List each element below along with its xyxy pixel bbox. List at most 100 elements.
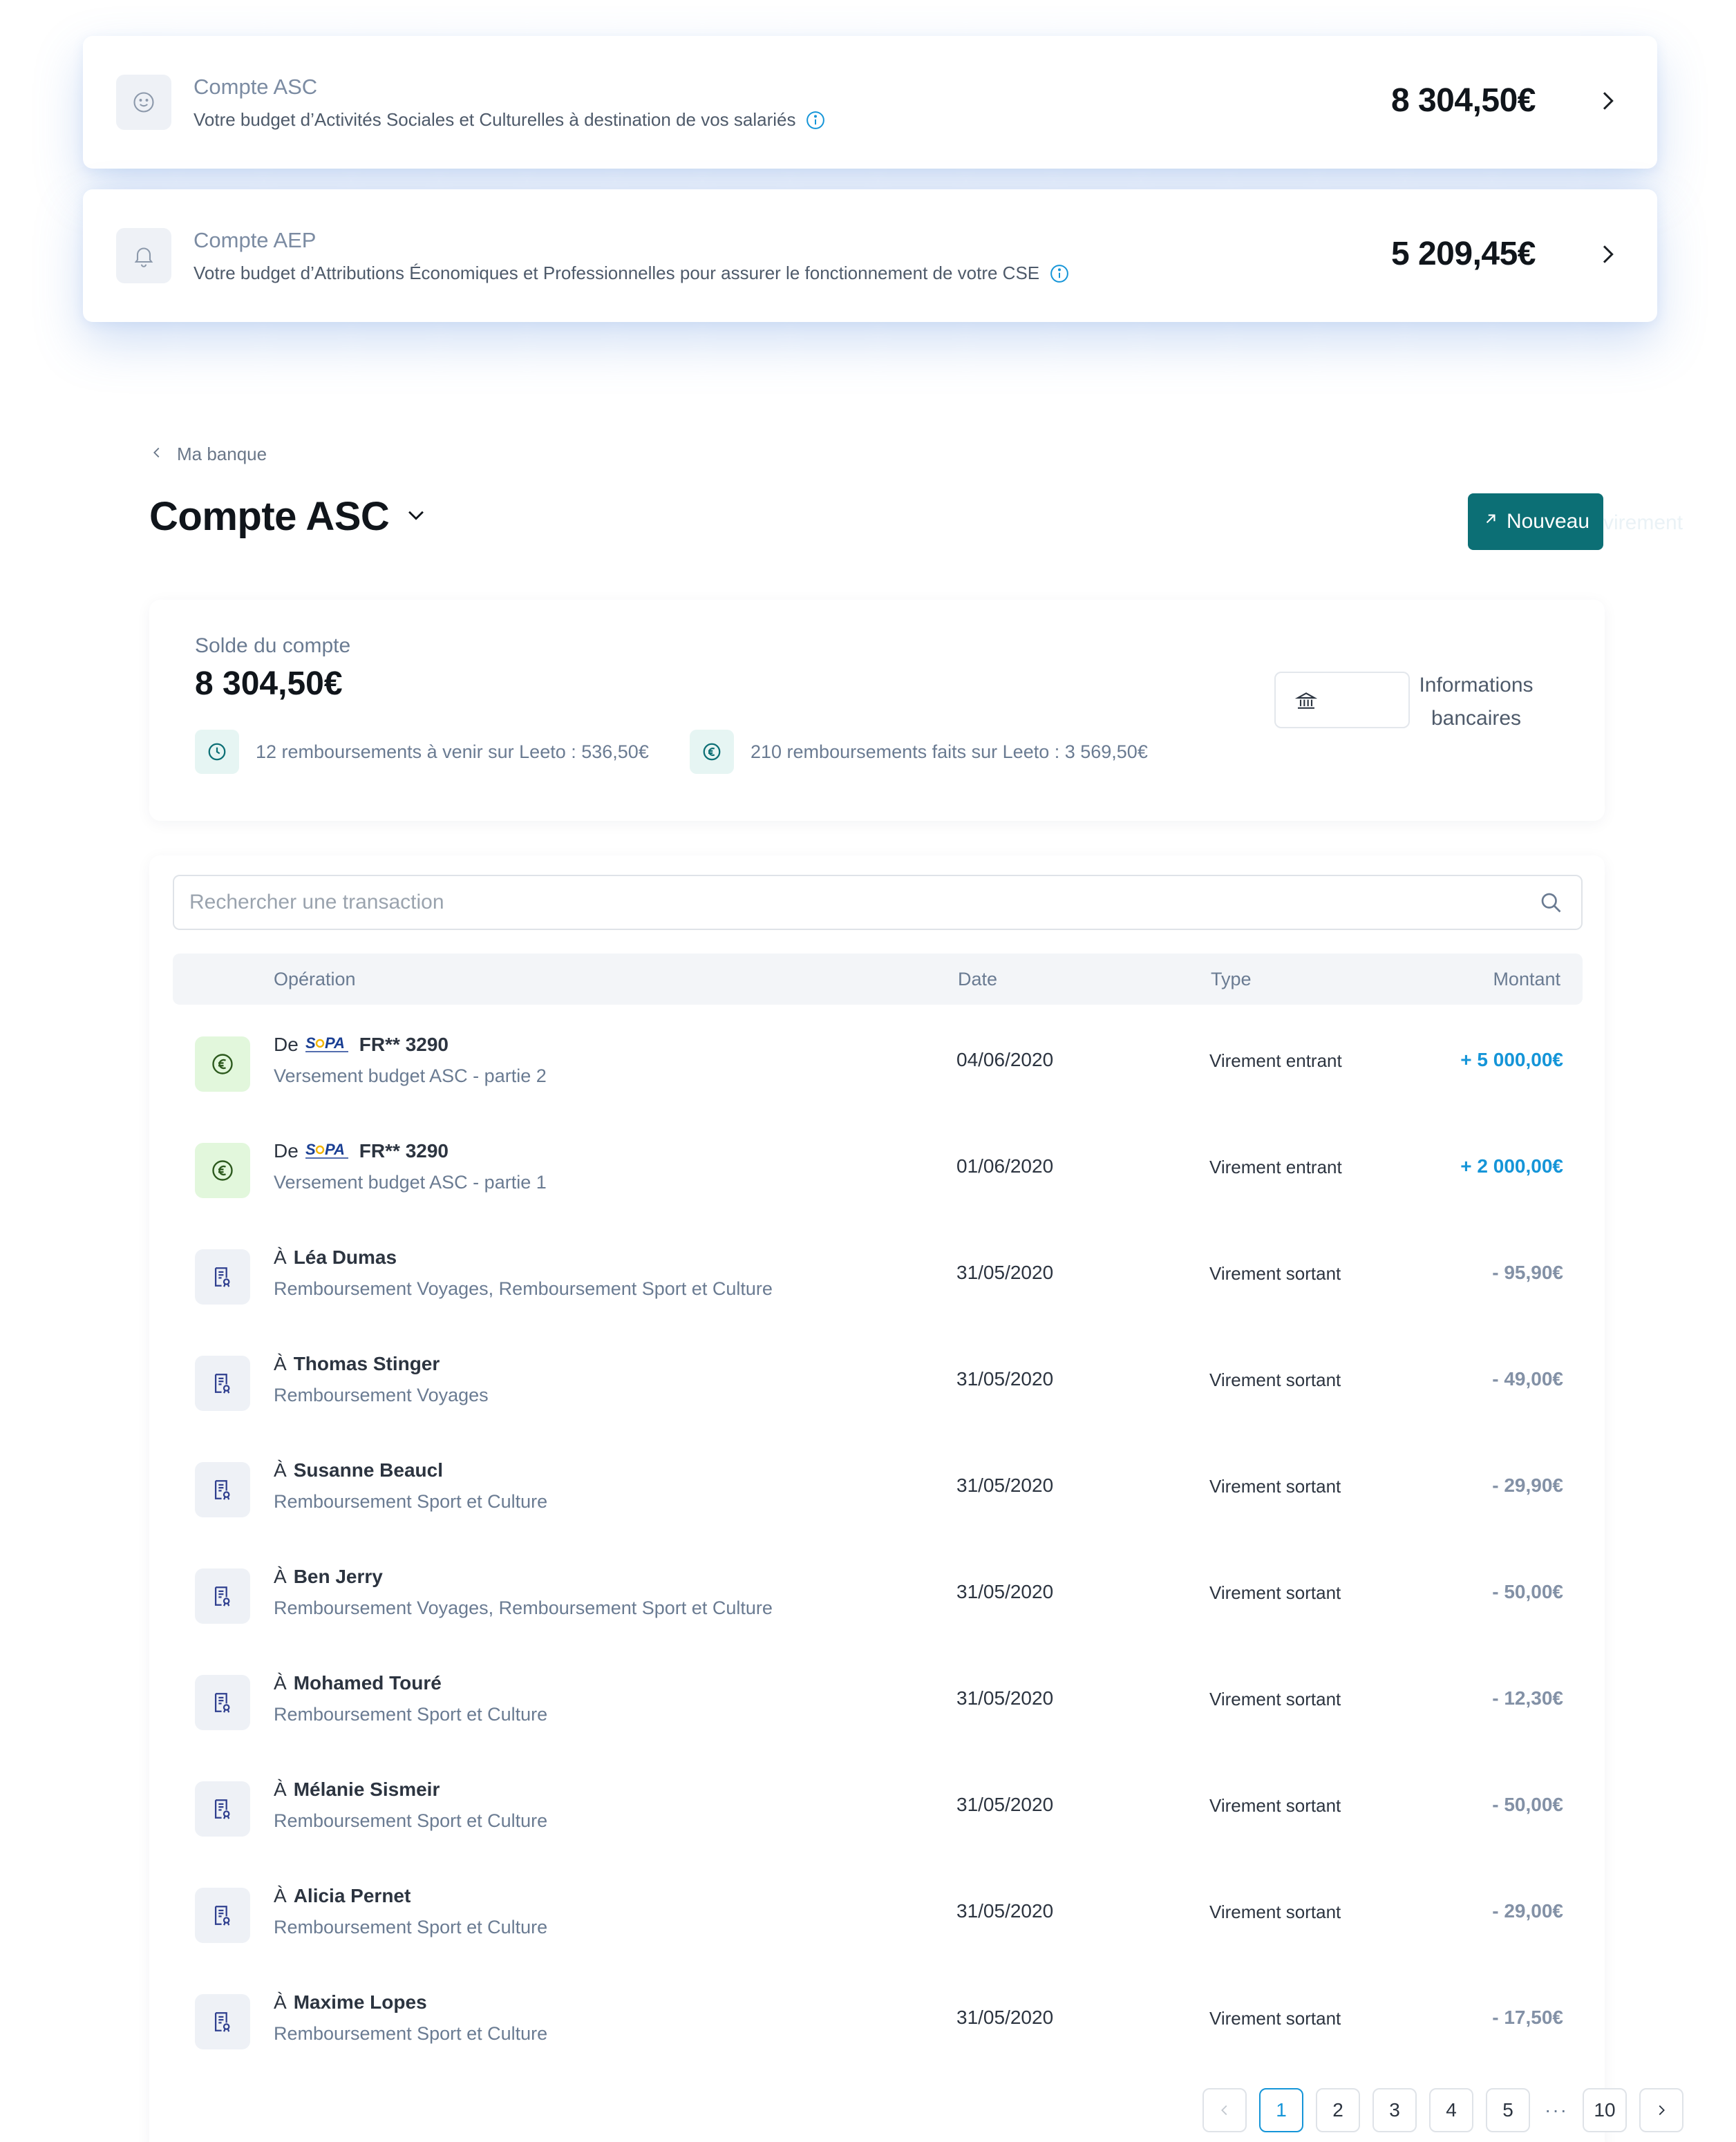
transaction-date: 31/05/2020 <box>956 1581 1054 1602</box>
transaction-name: Susanne Beaucl <box>293 1459 443 1481</box>
breadcrumb[interactable]: Ma banque <box>149 444 267 465</box>
new-transfer-button[interactable]: Nouveau <box>1468 493 1603 550</box>
account-card-asc[interactable]: Compte ASC Votre budget d’Activités Soci… <box>83 36 1657 169</box>
sepa-logo: S PA <box>305 1035 348 1052</box>
transaction-name: FR** 3290 <box>359 1140 449 1162</box>
bank-icon <box>1294 690 1318 712</box>
pagination: 1 2 3 4 5 ··· 10 <box>1202 2088 1683 2132</box>
table-row[interactable]: À Ben Jerry Remboursement Voyages, Rembour… <box>173 1541 1583 1647</box>
transaction-party: À Léa Dumas <box>274 1247 397 1269</box>
table-row[interactable]: À Susanne Beaucl Remboursement Sport et Cu… <box>173 1434 1583 1541</box>
info-icon[interactable] <box>805 110 826 131</box>
receipt-icon <box>195 1249 250 1305</box>
table-row[interactable]: À Thomas Stinger Remboursement Voyages 31/0… <box>173 1328 1583 1434</box>
transaction-prefix: De <box>274 1140 299 1162</box>
column-header-date[interactable]: Date <box>958 969 997 990</box>
bank-info-label[interactable]: Informations bancaires <box>1400 669 1552 735</box>
table-row[interactable]: À Alicia Pernet Remboursement Sport et Cul… <box>173 1860 1583 1966</box>
transaction-amount: - 12,30€ <box>1492 1687 1563 1709</box>
account-amount: 8 304,50€ <box>1390 82 1536 119</box>
info-icon[interactable] <box>1049 263 1070 284</box>
column-header-amount[interactable]: Montant <box>1493 969 1560 990</box>
svg-text:S: S <box>305 1035 316 1052</box>
page-title[interactable]: Compte ASC <box>149 493 428 540</box>
table-row[interactable]: À Maxime Lopes Remboursement Sport et Cult… <box>173 1966 1583 2073</box>
page-button-3[interactable]: 3 <box>1372 2088 1417 2132</box>
completed-refunds: 210 remboursements faits sur Leeto : 3 5… <box>690 730 1148 774</box>
new-button-overflow-label: virement <box>1603 511 1683 534</box>
page-button-2[interactable]: 2 <box>1316 2088 1360 2132</box>
next-page-button[interactable] <box>1639 2088 1683 2132</box>
transaction-type: Virement sortant <box>1209 1689 1341 1709</box>
transaction-detail: Remboursement Voyages, Remboursement Spo… <box>274 1598 773 1618</box>
transaction-amount: - 29,00€ <box>1492 1900 1563 1922</box>
table-row[interactable]: De S PA FR** 3290 Versement budget ASC - par… <box>173 1115 1583 1222</box>
upcoming-refunds-text: 12 remboursements à venir sur Leeto : 53… <box>256 741 649 762</box>
table-row[interactable]: À Mélanie Sismeir Remboursement Sport et C… <box>173 1754 1583 1860</box>
table-header: Opération Date Type Montant <box>173 954 1583 1005</box>
transaction-amount: - 50,00€ <box>1492 1581 1563 1602</box>
receipt-icon <box>195 1462 250 1517</box>
euro-icon <box>195 1143 250 1198</box>
transaction-date: 01/06/2020 <box>956 1155 1054 1177</box>
transaction-date: 31/05/2020 <box>956 1900 1054 1922</box>
table-row[interactable]: À Mohamed Touré Remboursement Sport et Cul… <box>173 1647 1583 1754</box>
upcoming-refunds: 12 remboursements à venir sur Leeto : 53… <box>195 730 649 774</box>
column-header-type[interactable]: Type <box>1211 969 1252 990</box>
transaction-amount: - 49,00€ <box>1492 1368 1563 1390</box>
chevron-right-icon[interactable] <box>1594 87 1621 115</box>
transaction-type: Virement sortant <box>1209 1582 1341 1603</box>
account-description: Votre budget d’Activités Sociales et Cul… <box>194 109 826 131</box>
svg-text:PA: PA <box>325 1141 345 1158</box>
transaction-date: 04/06/2020 <box>956 1049 1054 1070</box>
svg-text:PA: PA <box>325 1035 345 1052</box>
transaction-detail: Remboursement Sport et Culture <box>274 1491 548 1512</box>
search-box[interactable] <box>173 875 1583 930</box>
page-button-4[interactable]: 4 <box>1429 2088 1473 2132</box>
transaction-prefix: À <box>274 1459 287 1481</box>
transaction-party: À Mélanie Sismeir <box>274 1779 440 1801</box>
bank-info-button[interactable] <box>1274 672 1410 728</box>
column-header-operation[interactable]: Opération <box>274 969 356 990</box>
search-icon[interactable] <box>1538 890 1563 915</box>
page-button-5[interactable]: 5 <box>1486 2088 1530 2132</box>
transaction-prefix: À <box>274 1991 287 2013</box>
transaction-date: 31/05/2020 <box>956 2007 1054 2028</box>
transaction-date: 31/05/2020 <box>956 1262 1054 1283</box>
sepa-logo: S PA <box>305 1141 348 1159</box>
transaction-type: Virement sortant <box>1209 1369 1341 1390</box>
transaction-date: 31/05/2020 <box>956 1687 1054 1709</box>
transaction-detail: Remboursement Sport et Culture <box>274 1917 548 1937</box>
transaction-name: FR** 3290 <box>359 1034 449 1055</box>
transaction-type: Virement sortant <box>1209 1263 1341 1284</box>
receipt-icon <box>195 1888 250 1943</box>
completed-refunds-text: 210 remboursements faits sur Leeto : 3 5… <box>751 741 1148 762</box>
transaction-detail: Remboursement Sport et Culture <box>274 1704 548 1725</box>
chevron-down-icon <box>404 503 428 530</box>
account-card-aep[interactable]: Compte AEP Votre budget d’Attributions É… <box>83 189 1657 322</box>
transaction-name: Léa Dumas <box>293 1247 397 1268</box>
transaction-date: 31/05/2020 <box>956 1368 1054 1390</box>
search-input[interactable] <box>189 876 1502 929</box>
chevron-right-icon[interactable] <box>1594 240 1621 268</box>
breadcrumb-label: Ma banque <box>177 444 267 464</box>
smile-icon <box>116 75 171 130</box>
transaction-detail: Versement budget ASC - partie 2 <box>274 1065 547 1086</box>
transaction-detail: Remboursement Sport et Culture <box>274 2023 548 2044</box>
sepa-logo: S PA <box>305 1141 352 1161</box>
page-button-10[interactable]: 10 <box>1583 2088 1627 2132</box>
arrow-up-right-icon <box>1482 510 1500 533</box>
page-button-1[interactable]: 1 <box>1259 2088 1303 2132</box>
table-row[interactable]: À Léa Dumas Remboursement Voyages, Rembour… <box>173 1222 1583 1328</box>
chevron-left-icon <box>149 444 164 465</box>
chevron-right-icon <box>1659 2105 1665 2116</box>
table-row[interactable]: De S PA FR** 3290 Versement budget ASC - par… <box>173 1009 1583 1115</box>
transaction-prefix: À <box>274 1672 287 1694</box>
previous-page-button[interactable] <box>1202 2088 1247 2132</box>
transaction-amount: - 95,90€ <box>1492 1262 1563 1283</box>
transaction-amount: + 5 000,00€ <box>1460 1049 1563 1070</box>
svg-text:S: S <box>305 1141 316 1158</box>
transaction-date: 31/05/2020 <box>956 1794 1054 1815</box>
transaction-detail: Remboursement Sport et Culture <box>274 1810 548 1831</box>
account-description-text: Votre budget d’Activités Sociales et Cul… <box>194 109 796 130</box>
